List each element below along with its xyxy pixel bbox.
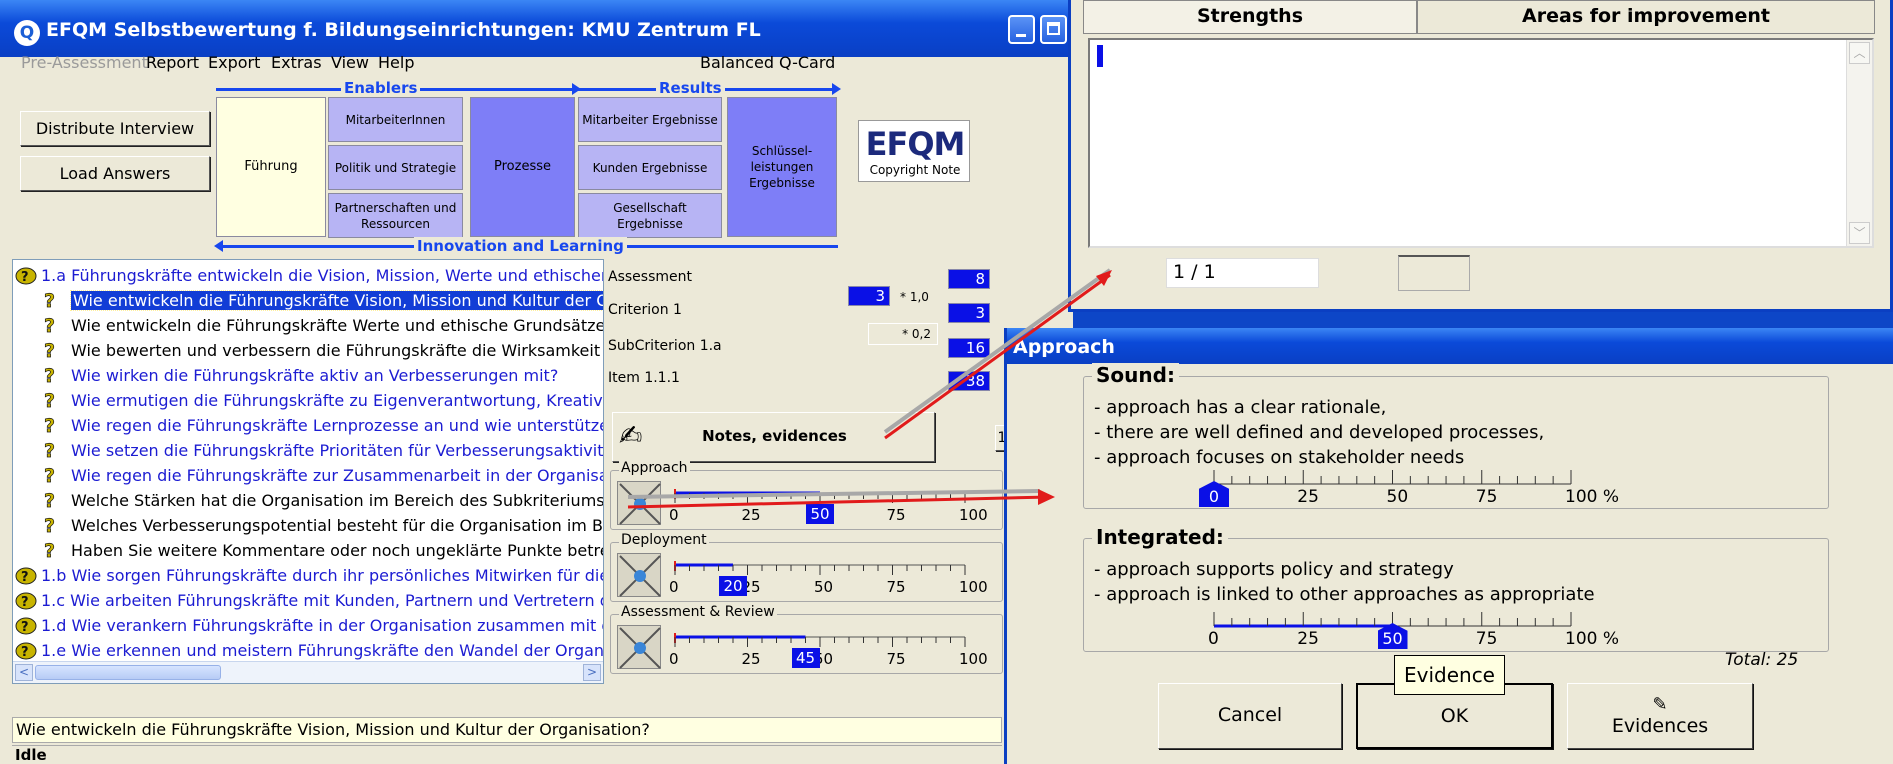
- strengths-window: Strengths Areas for improvement ︿ ﹀ 1 / …: [1068, 0, 1893, 312]
- text-cursor: [1097, 45, 1103, 67]
- approach-title: Approach: [1013, 336, 1115, 358]
- scroll-down-icon[interactable]: ﹀: [1849, 222, 1870, 244]
- percent-label: 100 %: [1565, 629, 1620, 649]
- percent-label: 75: [1475, 487, 1498, 507]
- sound-group: Sound: - approach has a clear rationale,…: [1083, 363, 1829, 509]
- percent-label: 75: [1475, 629, 1498, 649]
- scale-tick-label: 0: [669, 650, 679, 668]
- tab-strengths[interactable]: Strengths: [1083, 0, 1417, 34]
- sound-line: - there are well defined and developed p…: [1094, 422, 1545, 443]
- percent-label: 0: [1208, 629, 1219, 649]
- evidences-icon: ✎: [1652, 694, 1668, 715]
- scale-tick-label: 75: [886, 650, 906, 668]
- page-indicator: 1 / 1: [1166, 258, 1319, 288]
- integrated-title: Integrated:: [1092, 525, 1228, 549]
- percent-scale[interactable]: [1084, 464, 1784, 524]
- scroll-up-icon[interactable]: ︿: [1849, 42, 1870, 64]
- blank-button[interactable]: [1398, 255, 1470, 291]
- percent-label: 25: [1297, 629, 1319, 649]
- slider-scale[interactable]: [0, 0, 1073, 764]
- sound-title: Sound:: [1092, 363, 1179, 387]
- evidences-button[interactable]: ✎ Evidences: [1567, 683, 1753, 749]
- cancel-button[interactable]: Cancel: [1158, 683, 1342, 749]
- evidences-label: Evidences: [1611, 715, 1709, 737]
- status-question: Wie entwickeln die Führungskräfte Vision…: [12, 717, 1002, 743]
- slider-thumb-value[interactable]: 45: [791, 648, 820, 668]
- approach-titlebar[interactable]: Approach: [1007, 328, 1893, 364]
- tab-areas-for-improvement[interactable]: Areas for improvement: [1417, 0, 1875, 34]
- status-bar: Idle: [12, 745, 1002, 764]
- percent-label: 25: [1297, 487, 1319, 507]
- scale-tick-label: 25: [741, 650, 761, 668]
- main-window: Q EFQM Selbstbewertung f. Bildungseinric…: [0, 0, 1073, 764]
- sound-line: - approach has a clear rationale,: [1094, 397, 1387, 418]
- percent-label: 100 %: [1565, 487, 1620, 507]
- memo-scrollbar[interactable]: ︿ ﹀: [1846, 40, 1872, 246]
- integrated-line: - approach supports policy and strategy: [1094, 559, 1454, 580]
- integrated-line: - approach is linked to other approaches…: [1094, 584, 1595, 605]
- evidence-tooltip: Evidence: [1394, 655, 1505, 695]
- approach-dialog: Approach Sound: - approach has a clear r…: [1004, 328, 1893, 764]
- strengths-text-area[interactable]: ︿ ﹀: [1088, 38, 1874, 248]
- total-label: Total: 25: [1725, 650, 1799, 670]
- scale-tick-label: 100: [959, 650, 988, 668]
- integrated-group: Integrated: - approach supports policy a…: [1083, 525, 1829, 652]
- percent-label: 50: [1386, 487, 1409, 507]
